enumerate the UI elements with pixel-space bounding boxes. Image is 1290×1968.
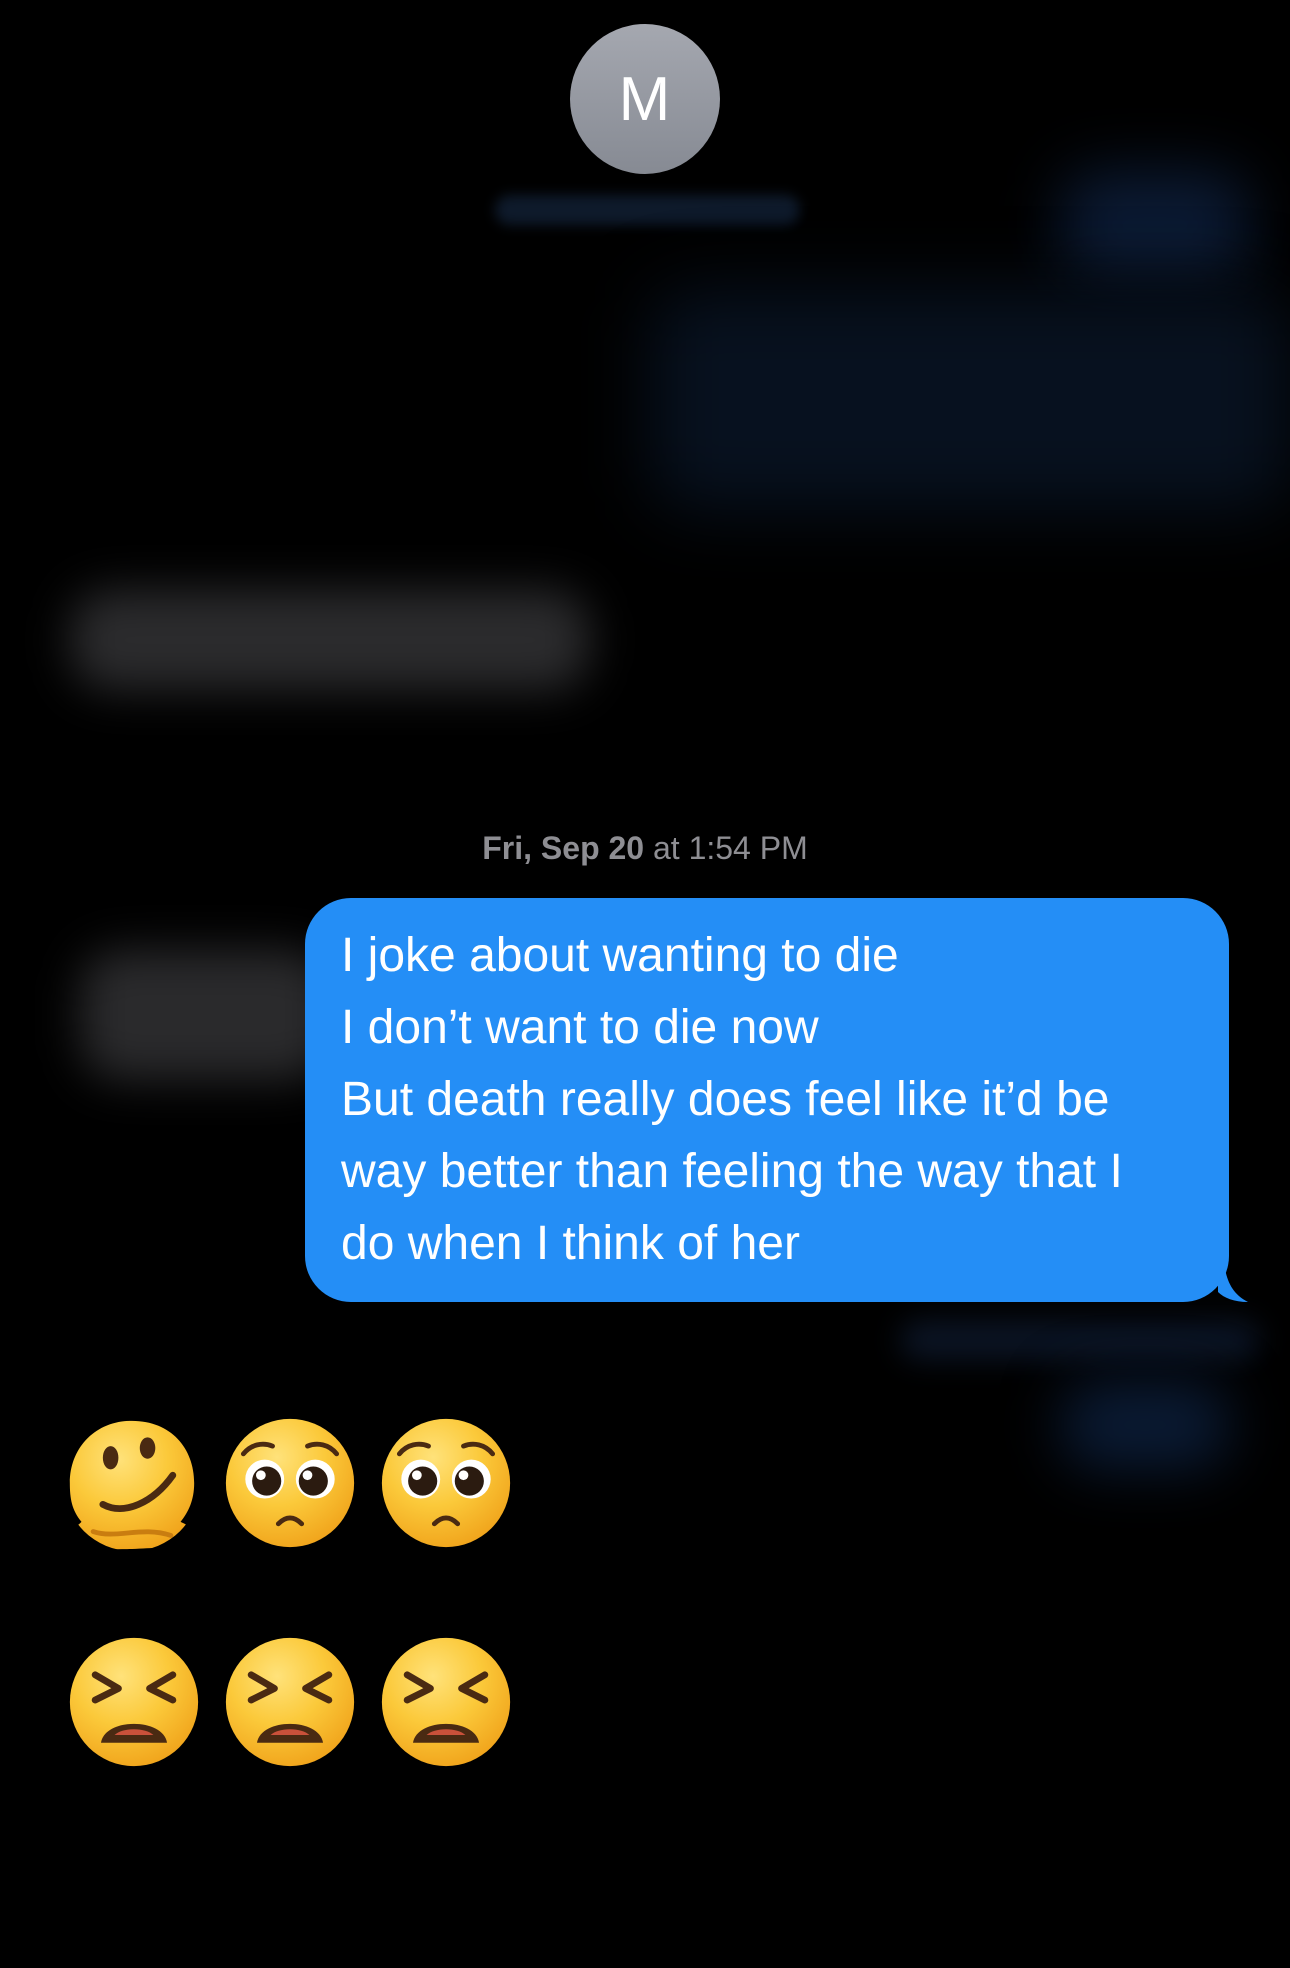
melting-face-emoji[interactable] (64, 1415, 200, 1551)
sent-message-bubble[interactable]: I joke about wanting to die I don’t want… (305, 898, 1229, 1302)
message-timestamp: Fri, Sep 20 at 1:54 PM (0, 830, 1290, 867)
bubble-tail-icon (1218, 1262, 1248, 1302)
redacted-contact-name (495, 195, 800, 225)
redacted-region (1060, 170, 1250, 280)
pleading-face-emoji[interactable] (222, 1415, 358, 1551)
tired-face-emoji[interactable] (378, 1634, 514, 1770)
redacted-region (650, 290, 1290, 510)
message-line: But death really does feel like it’d be (341, 1073, 1110, 1126)
timestamp-date: Fri, Sep 20 (482, 830, 645, 866)
contact-avatar[interactable]: M (570, 24, 720, 174)
message-line: way better than feeling the way that I (341, 1145, 1123, 1198)
redacted-region (900, 1320, 1260, 1360)
pleading-face-emoji[interactable] (378, 1415, 514, 1551)
timestamp-time: at 1:54 PM (644, 830, 808, 866)
tired-face-emoji[interactable] (66, 1634, 202, 1770)
message-line: I joke about wanting to die (341, 929, 899, 982)
redacted-received-message (70, 590, 590, 690)
redacted-received-message (80, 950, 330, 1080)
avatar-initial: M (618, 64, 672, 134)
tired-face-emoji[interactable] (222, 1634, 358, 1770)
message-line: do when I think of her (341, 1217, 800, 1270)
message-line: I don’t want to die now (341, 1001, 819, 1054)
redacted-region (1060, 1380, 1230, 1470)
